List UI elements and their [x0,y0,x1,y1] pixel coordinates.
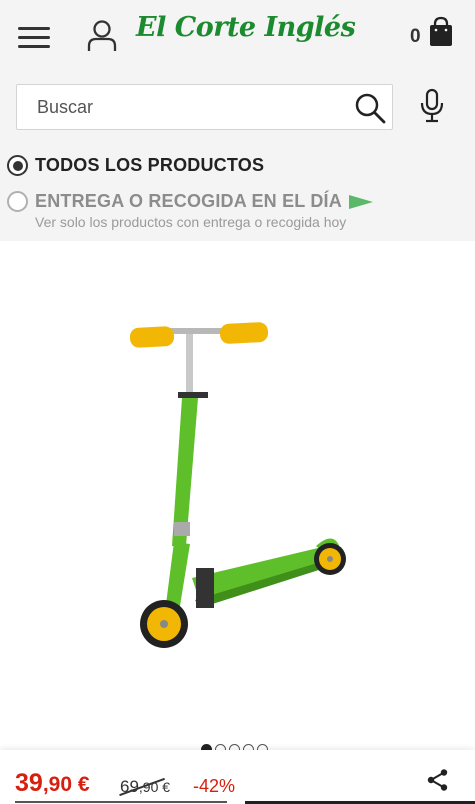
filter-all-products-label: TODOS LOS PRODUCTOS [35,155,265,175]
discount-badge: -42% [193,776,236,796]
header: El Corte Inglés 0 [0,0,475,76]
user-account-icon[interactable] [86,19,118,53]
logo-text: El Corte Inglés [136,12,356,43]
flag-icon [348,194,373,209]
brand-logo[interactable]: El Corte Inglés [136,10,356,62]
current-price: 39,90 € [15,769,90,798]
share-icon[interactable] [426,768,450,792]
hamburger-menu-icon[interactable] [18,25,50,51]
filter-same-day[interactable]: ENTREGA O RECOGIDA EN EL DÍA [7,191,373,212]
filter-same-day-label: ENTREGA O RECOGIDA EN EL DÍA [35,191,342,211]
radio-selected[interactable] [7,155,28,176]
filter-all-products[interactable]: TODOS LOS PRODUCTOS [7,155,264,176]
current-price-dec: ,90 € [42,773,90,796]
original-price: 69,90 € [120,777,170,797]
microphone-icon[interactable] [418,88,446,124]
original-price-dec: ,90 € [138,779,171,795]
product-image[interactable] [120,316,360,666]
price-bar: 39,90 € 69,90 € -42% [0,750,475,804]
search-input[interactable] [17,85,347,129]
divider [15,801,227,803]
shopping-bag-icon[interactable] [426,16,456,48]
current-price-int: 39 [15,769,43,797]
search-box [16,84,393,130]
cart-count: 0 [410,26,421,47]
radio-unselected[interactable] [7,191,28,212]
filter-same-day-sublabel: Ver solo los productos con entrega o rec… [35,214,347,230]
original-price-int: 69 [120,777,139,796]
magnifier-icon[interactable] [353,91,387,125]
